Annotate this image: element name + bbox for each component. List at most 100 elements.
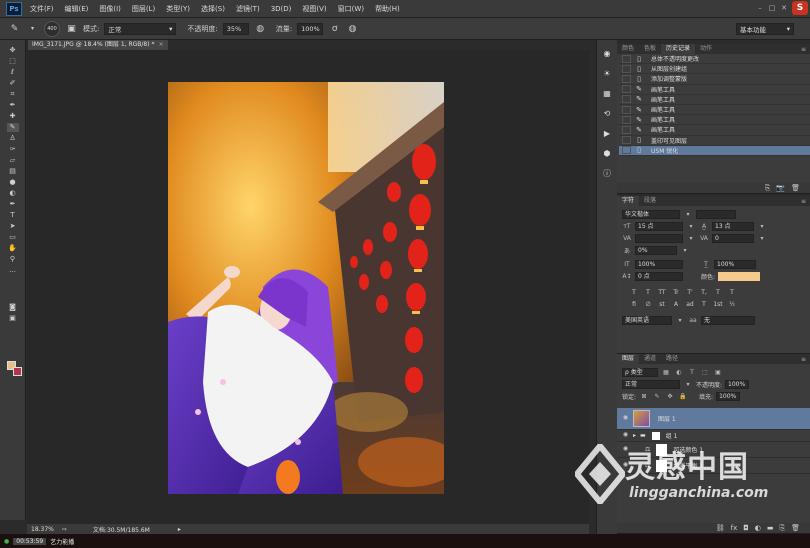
chevron-down-icon[interactable]: ▾ <box>683 381 693 388</box>
lock-all-icon[interactable]: 🔒 <box>678 393 688 400</box>
clone-stamp-tool-icon[interactable]: ♙ <box>7 134 19 143</box>
lock-move-icon[interactable]: ✥ <box>665 393 675 400</box>
panel-menu-icon[interactable]: ≡ <box>801 356 806 363</box>
tab-paragraph[interactable]: 段落 <box>639 196 661 206</box>
filter-pixel-icon[interactable]: ▦ <box>661 369 671 376</box>
filter-shape-icon[interactable]: ⬚ <box>700 369 710 376</box>
minimize-icon[interactable]: – <box>756 4 764 12</box>
lock-paint-icon[interactable]: ✎ <box>652 393 662 400</box>
panel-menu-icon[interactable]: ≡ <box>801 198 806 205</box>
text-style-button[interactable]: T <box>629 289 639 296</box>
document-tab[interactable]: IMG_3171.JPG @ 18.4% (图层 1, RGB/8) * × <box>28 40 168 50</box>
opentype-button[interactable]: ½ <box>727 301 737 308</box>
text-style-button[interactable]: T <box>727 289 737 296</box>
chevron-down-icon[interactable]: ▾ <box>757 235 767 242</box>
eye-icon[interactable]: ◉ <box>621 414 630 423</box>
move-tool-icon[interactable]: ✥ <box>7 46 19 55</box>
history-item[interactable]: ▯ USM 锐化 <box>619 145 810 156</box>
opentype-button[interactable]: fi <box>629 301 639 308</box>
pen-tool-icon[interactable]: ✒ <box>7 200 19 209</box>
history-icon[interactable]: ⟲ <box>602 108 613 119</box>
color-panel-icon[interactable]: ◉ <box>602 48 613 59</box>
dodge-tool-icon[interactable]: ◐ <box>7 189 19 198</box>
document-photo[interactable] <box>168 82 444 494</box>
opentype-button[interactable]: ad <box>685 301 695 308</box>
chevron-down-icon[interactable]: ▾ <box>680 247 690 254</box>
tab-paths[interactable]: 路径 <box>661 354 683 364</box>
3d-icon[interactable]: ⬢ <box>602 148 613 159</box>
vertical-scale-input[interactable]: 100% <box>635 259 683 269</box>
new-layer-icon[interactable]: ⎘ <box>780 524 786 533</box>
text-style-button[interactable]: T' <box>685 289 695 296</box>
history-source-checkbox[interactable] <box>622 136 631 145</box>
screen-mode-icon[interactable]: ▣ <box>7 314 19 323</box>
history-source-checkbox[interactable] <box>622 115 631 124</box>
blur-tool-icon[interactable]: ● <box>7 178 19 187</box>
history-item[interactable]: ▯ 总体不透明度更改 <box>619 54 810 65</box>
eye-icon[interactable]: ◉ <box>621 431 630 440</box>
chevron-down-icon[interactable]: ▾ <box>683 211 693 218</box>
history-source-checkbox[interactable] <box>622 125 631 134</box>
pressure-size-icon[interactable]: ◍ <box>346 22 359 35</box>
tab-color[interactable]: 颜色 <box>617 44 639 54</box>
history-item[interactable]: ✎ 画笔工具 <box>619 125 810 136</box>
history-source-checkbox[interactable] <box>622 85 631 94</box>
history-item[interactable]: ✎ 画笔工具 <box>619 115 810 126</box>
trash-icon[interactable]: 🗑 <box>791 184 800 192</box>
history-item[interactable]: ✎ 画笔工具 <box>619 95 810 105</box>
history-source-checkbox[interactable] <box>622 146 631 155</box>
marquee-tool-icon[interactable]: ⬚ <box>7 57 19 66</box>
history-item[interactable]: ✎ 画笔工具 <box>619 85 810 95</box>
leading-select[interactable]: 13 点 <box>712 221 754 231</box>
history-item[interactable]: ▯ 盖印可见图层 <box>619 136 810 146</box>
opentype-button[interactable]: 1st <box>713 301 723 308</box>
layer-row[interactable]: ◉ ⚖ 可选颜色 1 <box>617 442 810 458</box>
menu-view[interactable]: 视图(V) <box>302 4 326 14</box>
hand-tool-icon[interactable]: ✋ <box>7 244 19 253</box>
trash-icon[interactable]: 🗑 <box>791 524 800 532</box>
text-color-swatch[interactable] <box>718 271 761 281</box>
brush-size-picker[interactable]: 400 <box>44 20 60 37</box>
new-group-icon[interactable]: ▬ <box>767 524 774 532</box>
chevron-down-icon[interactable]: ▾ <box>686 223 696 230</box>
crop-tool-icon[interactable]: ⌗ <box>7 90 19 99</box>
quick-mask-icon[interactable]: ◙ <box>7 303 19 312</box>
layer-opacity-input[interactable]: 100% <box>725 379 750 389</box>
expand-icon[interactable]: ▸ <box>633 432 636 439</box>
lasso-tool-icon[interactable]: ℓ <box>7 68 19 77</box>
chevron-down-icon[interactable]: ▾ <box>26 22 39 35</box>
kerning-select[interactable] <box>635 233 683 243</box>
menu-help[interactable]: 帮助(H) <box>375 4 400 14</box>
pressure-opacity-icon[interactable]: ◍ <box>254 22 267 35</box>
chevron-down-icon[interactable]: ▾ <box>675 317 685 324</box>
filter-adjust-icon[interactable]: ◐ <box>674 369 684 376</box>
history-source-checkbox[interactable] <box>622 105 631 114</box>
lock-pixels-icon[interactable]: ⊠ <box>639 393 649 400</box>
brush-preset-icon[interactable]: ✎ <box>8 22 21 35</box>
zoom-tool-icon[interactable]: ⚲ <box>7 255 19 264</box>
brush-panel-icon[interactable]: ▣ <box>65 22 78 35</box>
menu-image[interactable]: 图像(I) <box>99 4 121 14</box>
history-item[interactable]: ▯ 添加调整蒙版 <box>619 74 810 85</box>
chevron-down-icon[interactable]: ▾ <box>686 235 696 242</box>
camera-icon[interactable]: 📷 <box>776 184 785 192</box>
brush-tool-icon[interactable]: ✎ <box>6 123 19 132</box>
tsume-select[interactable]: 0% <box>635 245 677 255</box>
layer-row[interactable]: ◉ ▸ ▬ 组 1 <box>617 430 810 442</box>
layer-filter-select[interactable]: ρ 类型 <box>622 367 658 377</box>
eraser-tool-icon[interactable]: ▱ <box>7 156 19 165</box>
gradient-tool-icon[interactable]: ▤ <box>7 167 19 176</box>
tab-character[interactable]: 字符 <box>617 196 640 206</box>
quick-select-tool-icon[interactable]: ✐ <box>7 79 19 88</box>
font-size-select[interactable]: 15 点 <box>635 221 683 231</box>
zoom-level[interactable]: 18.37% <box>31 526 54 533</box>
tracking-select[interactable]: 0 <box>712 233 754 243</box>
text-style-button[interactable]: T <box>713 289 723 296</box>
link-icon[interactable]: ⛓ <box>716 524 725 532</box>
eye-icon[interactable]: ◉ <box>621 461 630 470</box>
history-item[interactable]: ✎ 画笔工具 <box>619 105 810 116</box>
panel-menu-icon[interactable]: ≡ <box>801 46 806 53</box>
language-select[interactable]: 美国英语 <box>622 315 672 325</box>
info-icon[interactable]: ⓘ <box>602 168 613 179</box>
menu-type[interactable]: 类型(Y) <box>166 4 190 14</box>
